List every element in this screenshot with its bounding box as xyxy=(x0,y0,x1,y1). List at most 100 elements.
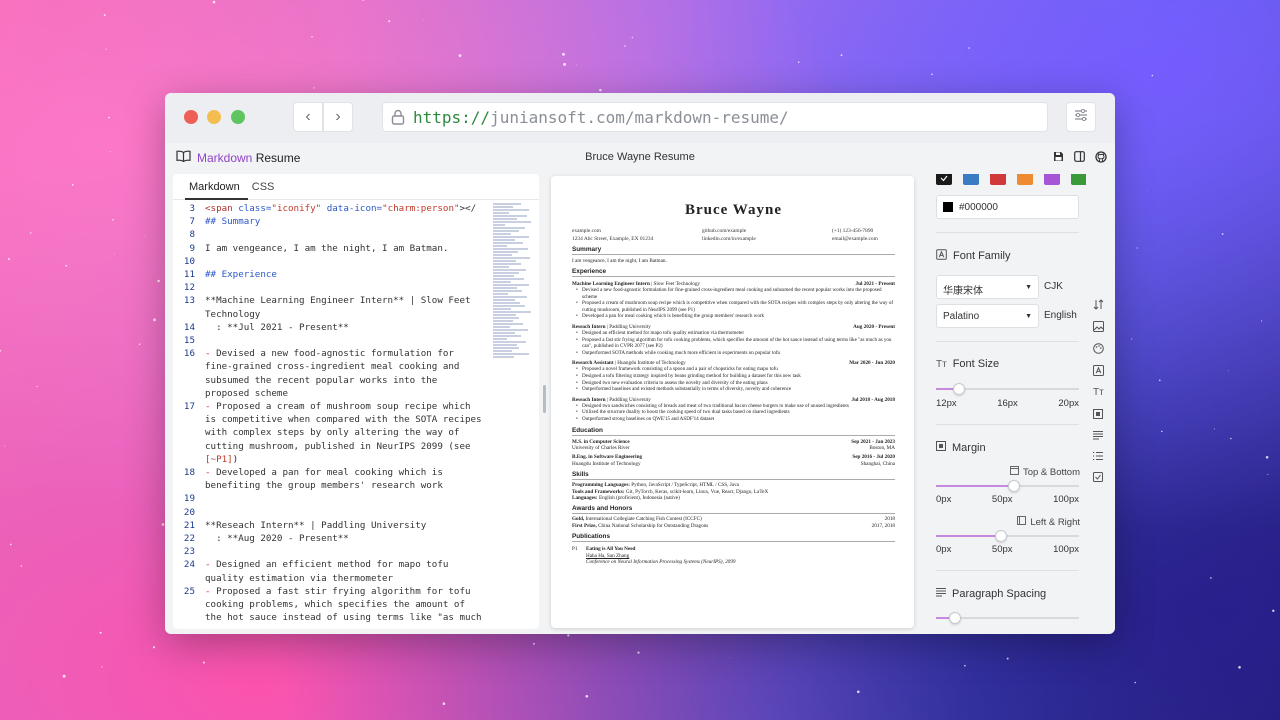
font-family-nav-icon[interactable] xyxy=(1093,365,1104,376)
margin-nav-icon[interactable] xyxy=(1093,409,1104,419)
top-bottom-margin-slider[interactable] xyxy=(936,480,1079,492)
star xyxy=(840,54,843,56)
code-line[interactable]: 13 **Machine Learning Engineer Intern** |… xyxy=(173,294,489,320)
english-font-select[interactable]: Palatino ▼ xyxy=(936,304,1039,328)
editor-tabs: Markdown CSS xyxy=(173,174,539,200)
star xyxy=(1272,609,1275,612)
color-swatch[interactable] xyxy=(1017,174,1033,185)
slider-thumb[interactable] xyxy=(949,612,962,624)
color-swatch[interactable] xyxy=(990,174,1006,185)
top-bottom-heading: Top & Bottom xyxy=(1009,466,1080,478)
minimap-line xyxy=(493,209,529,211)
color-value: #000000 xyxy=(959,201,998,213)
paragraph-spacing-slider[interactable] xyxy=(936,612,1079,624)
star xyxy=(637,651,640,654)
minimap-line xyxy=(493,212,509,214)
star xyxy=(1158,379,1161,382)
paragraph-icon xyxy=(936,587,946,600)
color-swatch[interactable] xyxy=(963,174,979,185)
minimap-line xyxy=(493,233,511,235)
document-title[interactable]: Bruce Wayne Resume xyxy=(165,151,1115,163)
code-line[interactable]: 25 - Proposed a fast stir frying algorith… xyxy=(173,585,489,627)
minimize-window-button[interactable] xyxy=(207,110,221,124)
minimap-line xyxy=(493,245,507,247)
color-swatch-selected[interactable] xyxy=(936,174,952,185)
list-icon[interactable] xyxy=(1093,451,1104,461)
line-number: 18 xyxy=(183,467,195,479)
checkbox-icon[interactable] xyxy=(1093,472,1104,482)
star xyxy=(1131,338,1133,340)
font-size-slider[interactable] xyxy=(936,383,1079,395)
code-line[interactable]: 19 xyxy=(173,492,489,505)
paragraph-nav-icon[interactable] xyxy=(1093,430,1104,440)
close-window-button[interactable] xyxy=(184,110,198,124)
star xyxy=(1214,428,1215,430)
code-line[interactable]: 16 - Devised a new food-agnostic formulat… xyxy=(173,347,489,400)
split-view-icon[interactable] xyxy=(1074,151,1085,163)
code-line[interactable]: 21 **Reseach Intern** | Paddling Universi… xyxy=(173,519,489,532)
star xyxy=(1151,74,1154,77)
forward-button[interactable]: › xyxy=(323,102,353,132)
star xyxy=(4,445,6,447)
save-icon[interactable] xyxy=(1053,151,1064,163)
code-line[interactable]: 14 : **Jul 2021 - Present** xyxy=(173,321,489,334)
code-line[interactable]: 18 - Developed a pan for meal cooking whi… xyxy=(173,466,489,492)
minimap-line xyxy=(493,269,527,271)
code-line[interactable]: 22 : **Aug 2020 - Present** xyxy=(173,532,489,545)
pane-resize-handle[interactable] xyxy=(543,385,546,413)
line-text: - Designed an efficient method for mapo … xyxy=(205,559,454,584)
code-line[interactable]: 17 - Proposed a cream of mushroom soup re… xyxy=(173,400,489,466)
divider xyxy=(936,570,1079,571)
code-minimap[interactable] xyxy=(493,202,533,362)
browser-settings-button[interactable] xyxy=(1066,102,1096,132)
maximize-window-button[interactable] xyxy=(231,110,245,124)
cjk-font-select[interactable]: 华康宋体 ▼ xyxy=(936,275,1039,299)
code-line[interactable]: 15 xyxy=(173,334,489,347)
tab-css[interactable]: CSS xyxy=(248,174,283,200)
sort-icon[interactable] xyxy=(1093,299,1104,310)
tick-label: 0px xyxy=(936,544,952,555)
star xyxy=(161,523,165,526)
code-line[interactable]: 3 <span class="iconify" data-icon="charm:… xyxy=(173,202,489,215)
star xyxy=(442,702,446,705)
code-line[interactable]: 12 xyxy=(173,281,489,294)
slider-thumb[interactable] xyxy=(994,530,1007,542)
code-line[interactable]: 23 xyxy=(173,545,489,558)
slider-thumb[interactable] xyxy=(953,383,966,395)
code-line[interactable]: 11 ## Experience xyxy=(173,268,489,281)
job-bullet: Utilized the structure duality to boost … xyxy=(572,409,895,416)
horizontal-margin-icon xyxy=(1017,516,1027,528)
code-line[interactable]: 24 - Designed an efficient method for map… xyxy=(173,558,489,584)
star xyxy=(152,646,156,649)
address-bar[interactable]: https://juniansoft.com/markdown-resume/ xyxy=(382,102,1048,132)
code-line[interactable]: 8 xyxy=(173,228,489,241)
code-line[interactable]: 9 I am vengeance, I am the night, I am Ba… xyxy=(173,242,489,255)
award-level: Gold, xyxy=(572,516,585,523)
minimap-line xyxy=(493,299,515,301)
font-size-label: Font Size xyxy=(952,358,1000,370)
color-input[interactable]: #000000 xyxy=(936,195,1079,219)
github-icon[interactable] xyxy=(1095,151,1107,163)
minimap-line xyxy=(493,293,509,295)
line-text: - Developed a pan for meal cooking which… xyxy=(205,467,449,492)
left-right-margin-slider[interactable] xyxy=(936,530,1079,542)
minimap-line xyxy=(493,320,513,322)
minimap-line xyxy=(493,263,521,265)
slider-thumb[interactable] xyxy=(1008,480,1021,492)
back-button[interactable]: ‹ xyxy=(293,102,323,132)
image-icon[interactable] xyxy=(1093,321,1104,332)
line-text: **Machine Learning Engineer Intern** | S… xyxy=(205,295,477,320)
color-swatch[interactable] xyxy=(1071,174,1086,185)
palette-icon[interactable] xyxy=(1093,343,1104,354)
minimap-line xyxy=(493,353,529,355)
minimap-line xyxy=(493,260,517,262)
award-name: China National Scholarship for Outstandi… xyxy=(598,522,709,529)
code-line[interactable]: 10 xyxy=(173,255,489,268)
code-line[interactable]: 7 ## Summary xyxy=(173,215,489,228)
resume-contact: example.com github.com/example (+1) 123-… xyxy=(572,228,895,242)
tab-markdown[interactable]: Markdown xyxy=(185,174,248,200)
code-line[interactable]: 20 xyxy=(173,506,489,519)
code-area[interactable]: 3 <span class="iconify" data-icon="charm:… xyxy=(173,202,489,627)
font-size-nav-icon[interactable]: Tт xyxy=(1093,387,1104,398)
color-swatch[interactable] xyxy=(1044,174,1060,185)
